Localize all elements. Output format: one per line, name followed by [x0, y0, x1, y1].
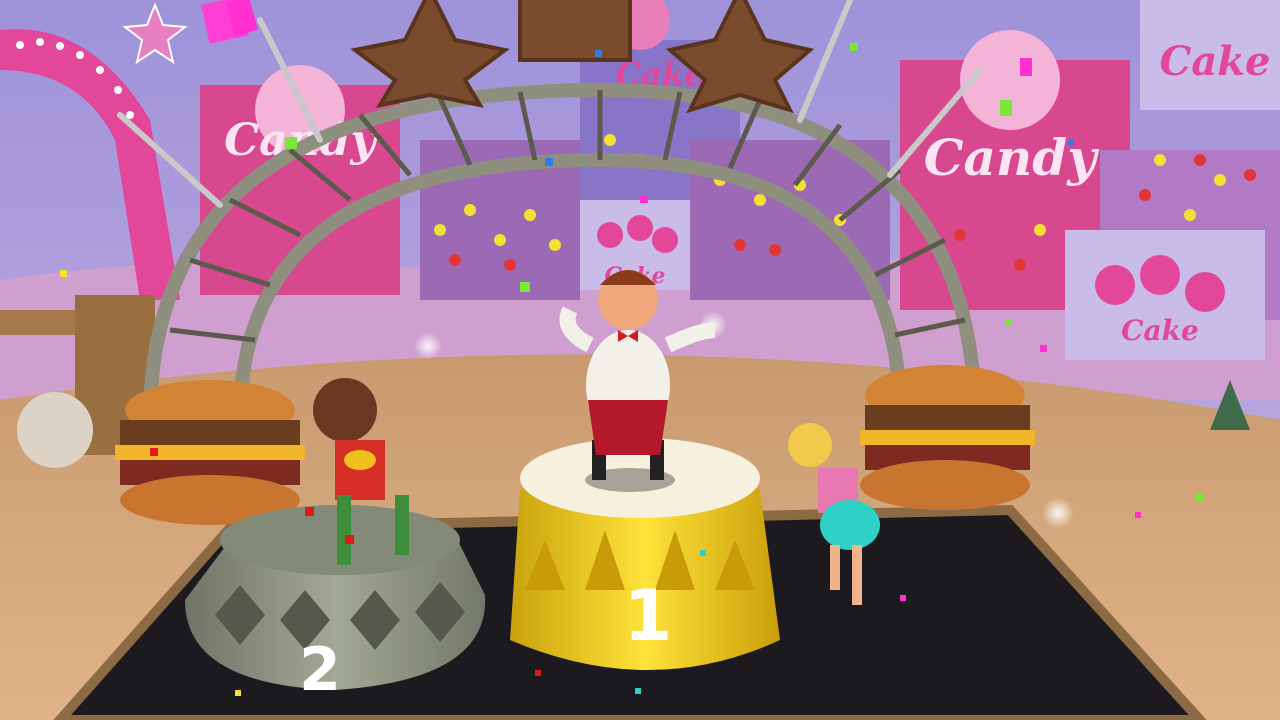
cake-banner-far-right: Cake — [1140, 0, 1280, 110]
podium-scene: Candy Cake Cake Candy Cake — [0, 0, 1280, 720]
burger-left — [115, 380, 305, 525]
rope-weight — [17, 392, 93, 468]
burger-right — [860, 365, 1035, 510]
cookie-banner — [518, 0, 632, 62]
podium-first-number: 1 — [624, 575, 673, 657]
candy-sign-right: Candy — [924, 128, 1100, 187]
spotlight-right — [1042, 497, 1074, 529]
cake-box-right: Cake — [1065, 230, 1265, 360]
podium-second-number: 2 — [299, 635, 341, 705]
cake-sign-right: Cake — [1121, 314, 1199, 347]
cake-sign-far-right: Cake — [1160, 38, 1271, 85]
spotlight-left — [414, 332, 442, 360]
